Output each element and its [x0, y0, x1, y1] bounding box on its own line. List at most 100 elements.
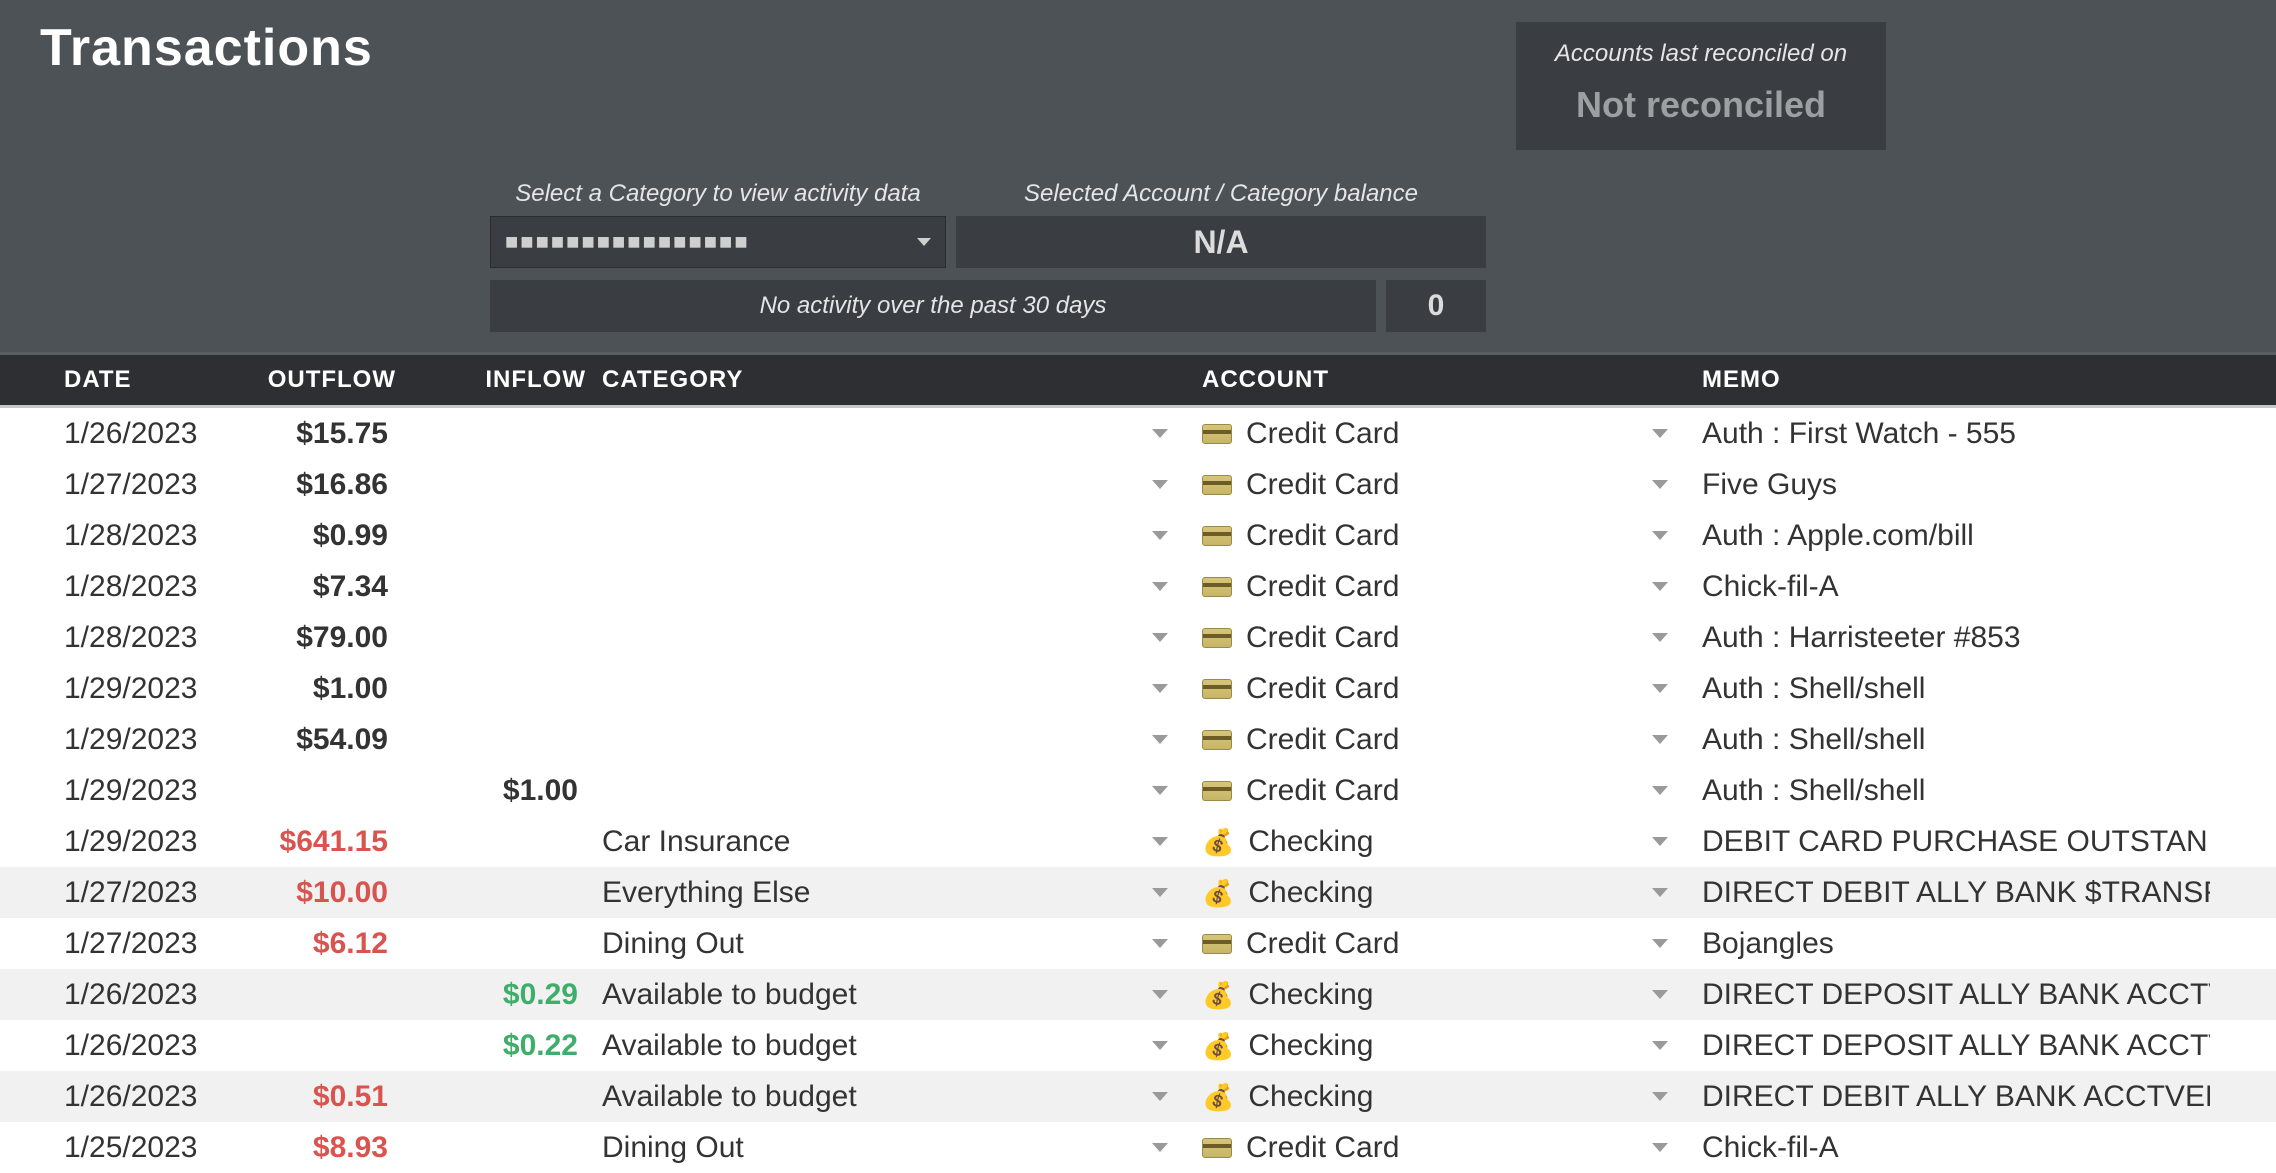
cell-inflow[interactable]: $1.00	[400, 774, 590, 808]
category-dropdown[interactable]	[1130, 1092, 1190, 1101]
table-row[interactable]: 1/29/2023$1.00Credit CardAuth : Shell/sh…	[0, 663, 2276, 714]
account-dropdown[interactable]	[1630, 939, 1690, 948]
cell-memo[interactable]: DIRECT DEBIT ALLY BANK ACCTVEF	[1690, 1080, 2210, 1114]
cell-account[interactable]: Credit Card	[1190, 723, 1630, 757]
cell-memo[interactable]: Auth : Shell/shell	[1690, 723, 2210, 757]
cell-date[interactable]: 1/29/2023	[0, 723, 210, 757]
cell-outflow[interactable]: $0.99	[210, 519, 400, 553]
cell-memo[interactable]: Auth : Apple.com/bill	[1690, 519, 2210, 553]
cell-memo[interactable]: DEBIT CARD PURCHASE OUTSTAND	[1690, 825, 2210, 859]
cell-memo[interactable]: Auth : First Watch - 555	[1690, 417, 2210, 451]
account-dropdown[interactable]	[1630, 429, 1690, 438]
cell-account[interactable]: 💰Checking	[1190, 876, 1630, 910]
cell-inflow[interactable]: $0.29	[400, 978, 590, 1012]
account-dropdown[interactable]	[1630, 684, 1690, 693]
category-dropdown[interactable]	[1130, 480, 1190, 489]
cell-date[interactable]: 1/28/2023	[0, 570, 210, 604]
cell-date[interactable]: 1/27/2023	[0, 468, 210, 502]
cell-account[interactable]: 💰Checking	[1190, 825, 1630, 859]
table-row[interactable]: 1/29/2023$641.15Car Insurance💰CheckingDE…	[0, 816, 2276, 867]
cell-category[interactable]: Available to budget	[590, 978, 1130, 1012]
cell-memo[interactable]: Auth : Harristeeter #853	[1690, 621, 2210, 655]
col-inflow[interactable]: INFLOW	[400, 366, 590, 394]
col-status[interactable]: STATUS	[2210, 366, 2276, 394]
cell-date[interactable]: 1/29/2023	[0, 825, 210, 859]
cell-outflow[interactable]: $7.34	[210, 570, 400, 604]
table-row[interactable]: 1/28/2023$79.00Credit CardAuth : Harrist…	[0, 612, 2276, 663]
col-outflow[interactable]: OUTFLOW	[210, 366, 400, 394]
cell-date[interactable]: 1/27/2023	[0, 927, 210, 961]
cell-memo[interactable]: Bojangles	[1690, 927, 2210, 961]
table-row[interactable]: 1/26/2023$0.29Available to budget💰Checki…	[0, 969, 2276, 1020]
table-row[interactable]: 1/25/2023$8.93 Dining Out Credit Card Chick…	[0, 1122, 2276, 1173]
cell-account[interactable]: Credit Card	[1190, 774, 1630, 808]
cell-outflow[interactable]: $0.51	[210, 1080, 400, 1114]
cell-outflow[interactable]: $8.93	[210, 1131, 400, 1165]
account-dropdown[interactable]	[1630, 735, 1690, 744]
cell-memo[interactable]: Auth : Shell/shell	[1690, 672, 2210, 706]
category-dropdown[interactable]	[1130, 990, 1190, 999]
cell-status[interactable]: P	[2210, 470, 2276, 500]
cell-date[interactable]: 1/28/2023	[0, 621, 210, 655]
category-dropdown[interactable]	[1130, 531, 1190, 540]
cell-date[interactable]: 1/26/2023	[0, 978, 210, 1012]
cell-date[interactable]: 1/27/2023	[0, 876, 210, 910]
cell-category[interactable]: Car Insurance	[590, 825, 1130, 859]
cell-account[interactable]: Credit Card	[1190, 417, 1630, 451]
table-row[interactable]: 1/29/2023$54.09 Credit Card Auth : Shell/s…	[0, 714, 2276, 765]
cell-status[interactable]: P	[2210, 674, 2276, 704]
category-dropdown[interactable]	[1130, 888, 1190, 897]
cell-outflow[interactable]: $54.09	[210, 723, 400, 757]
category-select[interactable]: ■■■■■■■■■■■■■■■■	[490, 216, 946, 268]
cell-memo[interactable]: Chick-fil-A	[1690, 1131, 2210, 1165]
col-category[interactable]: CATEGORY	[590, 366, 1130, 394]
account-dropdown[interactable]	[1630, 786, 1690, 795]
cell-outflow[interactable]: $6.12	[210, 927, 400, 961]
account-dropdown[interactable]	[1630, 1143, 1690, 1152]
cell-category[interactable]: Dining Out	[590, 1131, 1130, 1165]
table-row[interactable]: 1/27/2023$16.86Credit CardFive GuysP	[0, 459, 2276, 510]
account-dropdown[interactable]	[1630, 990, 1690, 999]
cell-account[interactable]: 💰Checking	[1190, 1080, 1630, 1114]
table-row[interactable]: 1/29/2023$1.00Credit CardAuth : Shell/sh…	[0, 765, 2276, 816]
account-dropdown[interactable]	[1630, 1092, 1690, 1101]
table-row[interactable]: 1/26/2023$15.75 Credit Card Auth : First W…	[0, 408, 2276, 459]
cell-account[interactable]: Credit Card	[1190, 621, 1630, 655]
category-dropdown[interactable]	[1130, 1143, 1190, 1152]
cell-outflow[interactable]: $15.75	[210, 417, 400, 451]
account-dropdown[interactable]	[1630, 582, 1690, 591]
cell-date[interactable]: 1/29/2023	[0, 672, 210, 706]
table-row[interactable]: 1/26/2023$0.22Available to budget💰Checki…	[0, 1020, 2276, 1071]
category-dropdown[interactable]	[1130, 735, 1190, 744]
cell-date[interactable]: 1/26/2023	[0, 417, 210, 451]
account-dropdown[interactable]	[1630, 888, 1690, 897]
account-dropdown[interactable]	[1630, 633, 1690, 642]
cell-status[interactable]: P	[2210, 725, 2276, 755]
cell-account[interactable]: Credit Card	[1190, 1131, 1630, 1165]
cell-status[interactable]: ✓	[2210, 980, 2276, 1010]
category-dropdown[interactable]	[1130, 837, 1190, 846]
cell-category[interactable]: Dining Out	[590, 927, 1130, 961]
col-date[interactable]: DATE	[0, 366, 210, 394]
category-dropdown[interactable]	[1130, 684, 1190, 693]
account-dropdown[interactable]	[1630, 480, 1690, 489]
cell-memo[interactable]: DIRECT DEBIT ALLY BANK $TRANSF	[1690, 876, 2210, 910]
cell-status[interactable]: P	[2210, 419, 2276, 449]
cell-account[interactable]: Credit Card	[1190, 927, 1630, 961]
cell-account[interactable]: Credit Card	[1190, 570, 1630, 604]
category-dropdown[interactable]	[1130, 429, 1190, 438]
cell-category[interactable]: Available to budget	[590, 1080, 1130, 1114]
cell-memo[interactable]: DIRECT DEPOSIT ALLY BANK ACCTV	[1690, 978, 2210, 1012]
category-dropdown[interactable]	[1130, 582, 1190, 591]
category-dropdown[interactable]	[1130, 1041, 1190, 1050]
cell-date[interactable]: 1/26/2023	[0, 1080, 210, 1114]
col-memo[interactable]: MEMO	[1690, 366, 2210, 394]
cell-status[interactable]: ✓	[2210, 827, 2276, 857]
cell-status[interactable]: P	[2210, 572, 2276, 602]
cell-outflow[interactable]: $16.86	[210, 468, 400, 502]
cell-date[interactable]: 1/25/2023	[0, 1131, 210, 1165]
cell-category[interactable]: Everything Else	[590, 876, 1130, 910]
table-row[interactable]: 1/27/2023$10.00Everything Else💰CheckingD…	[0, 867, 2276, 918]
cell-account[interactable]: Credit Card	[1190, 468, 1630, 502]
cell-status[interactable]: ✓	[2210, 1082, 2276, 1112]
